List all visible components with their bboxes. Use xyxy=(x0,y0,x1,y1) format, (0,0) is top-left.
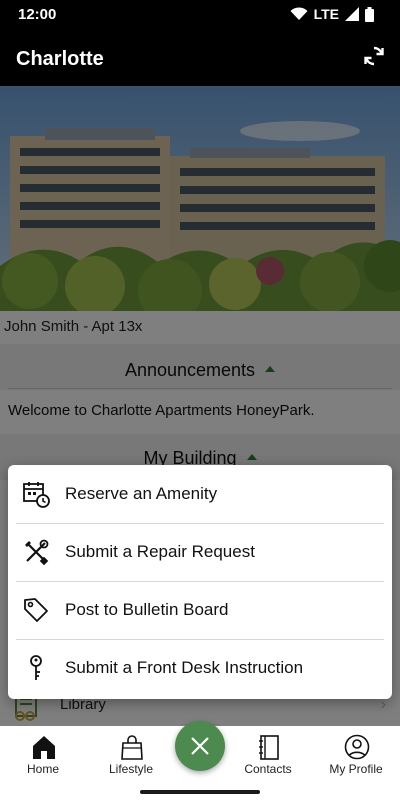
tools-icon xyxy=(25,539,49,566)
signal-icon xyxy=(345,7,359,21)
wifi-icon xyxy=(290,7,308,20)
address-book-icon xyxy=(259,735,279,760)
nav-home-label: Home xyxy=(26,762,59,776)
front-desk-instruction-option[interactable]: Submit a Front Desk Instruction xyxy=(8,639,392,697)
status-bar: 12:00 LTE xyxy=(0,0,400,30)
bulletin-board-label: Post to Bulletin Board xyxy=(65,600,229,619)
quick-actions-sheet: Reserve an Amenity Submit a Repair Reque… xyxy=(8,465,392,699)
close-actions-fab[interactable] xyxy=(175,721,225,771)
close-icon xyxy=(191,737,209,755)
key-icon xyxy=(30,655,42,680)
status-icons: LTE xyxy=(290,6,374,22)
nav-lifestyle[interactable]: Lifestyle xyxy=(91,726,171,784)
repair-request-option[interactable]: Submit a Repair Request xyxy=(8,523,392,581)
bulletin-board-option[interactable]: Post to Bulletin Board xyxy=(8,581,392,639)
profile-icon xyxy=(344,734,370,760)
nav-contacts[interactable]: Contacts xyxy=(228,726,308,784)
tag-icon xyxy=(24,598,48,622)
nav-lifestyle-label: Lifestyle xyxy=(108,762,154,776)
nav-my-profile[interactable]: My Profile xyxy=(316,726,396,784)
nav-my-profile-label: My Profile xyxy=(329,762,383,776)
nav-contacts-label: Contacts xyxy=(244,762,292,776)
shopping-bag-icon xyxy=(121,735,143,760)
reserve-amenity-option[interactable]: Reserve an Amenity xyxy=(8,465,392,523)
home-indicator[interactable] xyxy=(140,790,260,794)
network-type: LTE xyxy=(313,6,339,22)
calendar-clock-icon xyxy=(23,482,50,508)
battery-icon xyxy=(365,6,374,22)
app-bar: Charlotte xyxy=(0,30,400,86)
gesture-bar xyxy=(0,784,400,800)
nav-home[interactable]: Home xyxy=(3,726,83,784)
repair-request-label: Submit a Repair Request xyxy=(65,542,255,561)
app-title: Charlotte xyxy=(16,48,104,70)
status-time: 12:00 xyxy=(18,6,57,23)
refresh-icon[interactable] xyxy=(362,44,386,68)
reserve-amenity-label: Reserve an Amenity xyxy=(65,484,218,503)
home-icon xyxy=(33,736,55,759)
front-desk-instruction-label: Submit a Front Desk Instruction xyxy=(65,658,304,677)
